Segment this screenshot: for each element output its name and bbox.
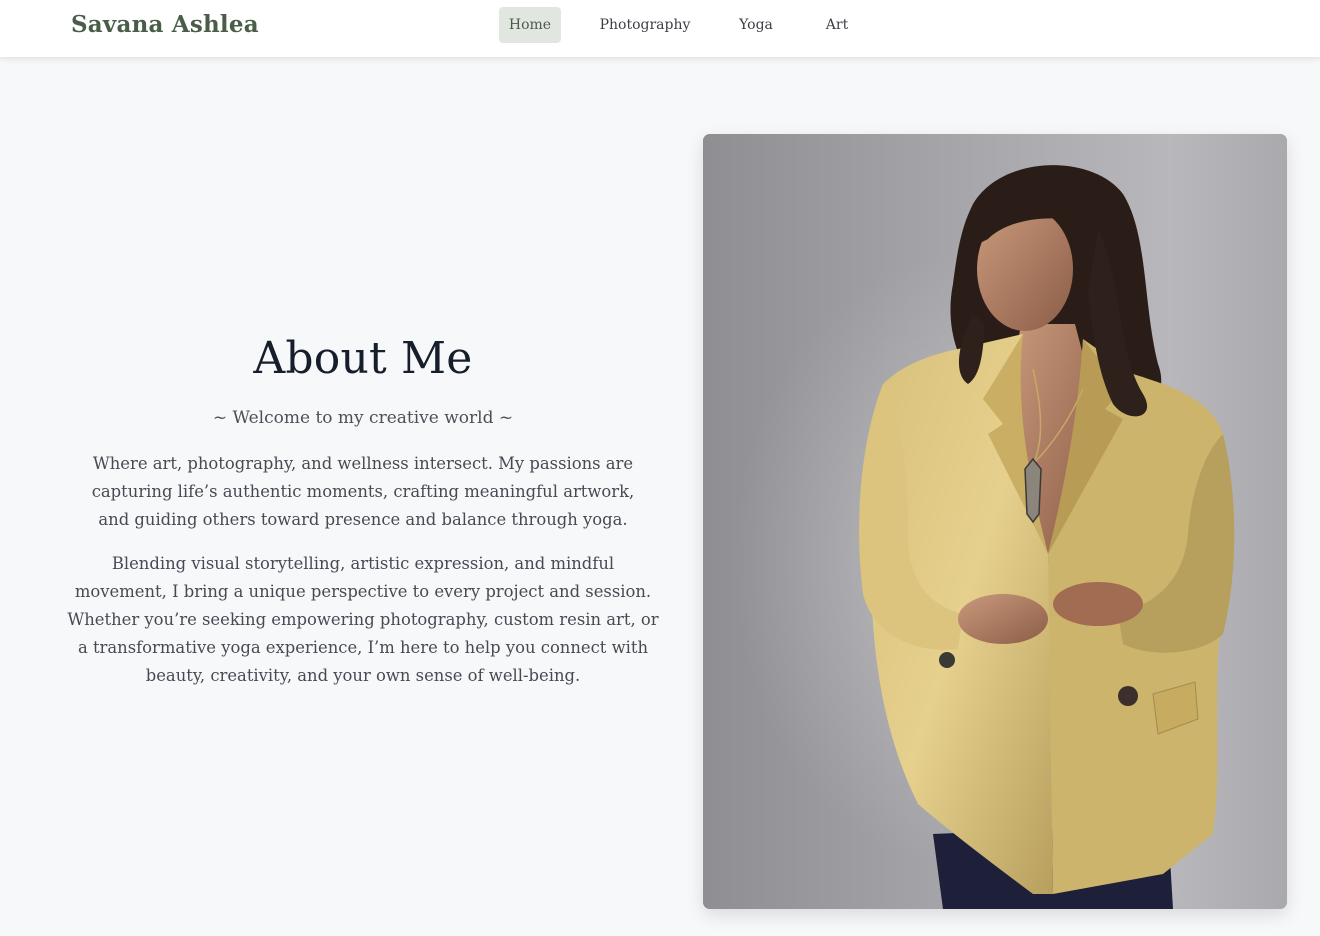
nav-link-art[interactable]: Art [817,7,857,43]
about-paragraph-1: Where art, photography, and wellness int… [91,454,635,529]
portrait-photo [703,134,1287,909]
nav-link-home[interactable]: Home [499,7,561,43]
portrait-illustration [703,134,1287,909]
about-tagline: ~ Welcome to my creative world ~ [212,408,514,428]
navbar: Savana Ashlea Home Photography Yoga Art [0,0,1320,57]
about-section: About Me ~ Welcome to my creative world … [66,330,660,690]
nav-menu: Home Photography Yoga Art [0,0,1320,57]
nav-link-photography[interactable]: Photography [591,7,699,43]
about-paragraph-2: Blending visual storytelling, artistic e… [67,554,659,685]
nav-link-yoga[interactable]: Yoga [731,7,781,43]
about-title: About Me [253,333,473,384]
